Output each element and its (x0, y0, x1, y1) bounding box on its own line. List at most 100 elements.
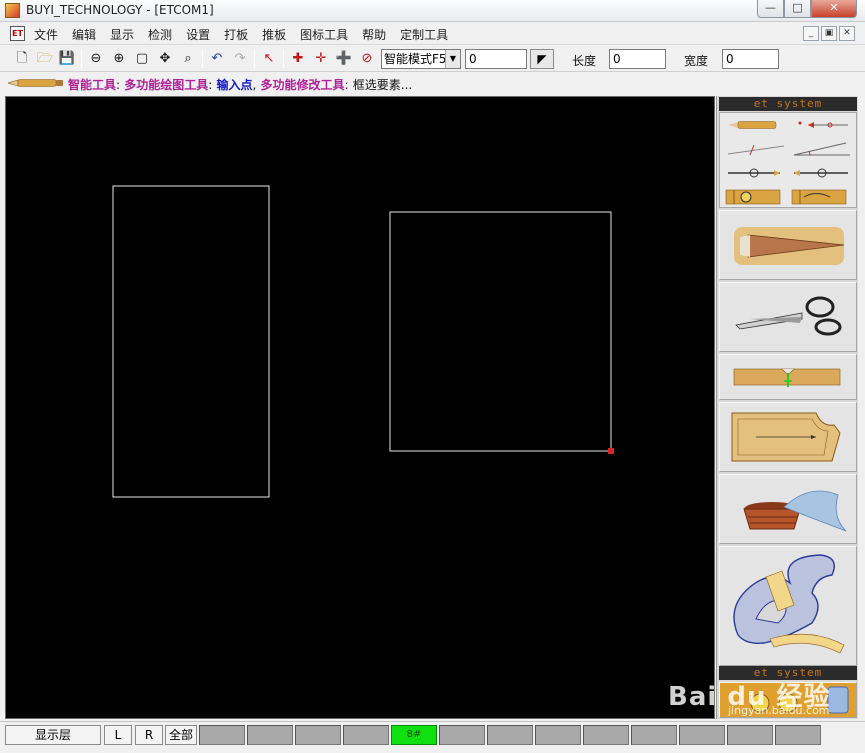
mode-select-value: 智能模式F5 (384, 52, 447, 66)
sewing-basket-tool[interactable] (719, 474, 857, 544)
sewing-basket-icon (743, 490, 847, 532)
scissors-icon (735, 296, 842, 336)
zoom-out-icon[interactable]: ⊖ (86, 49, 106, 68)
zoom-in-icon[interactable]: ⊕ (109, 49, 129, 68)
menu-edit[interactable]: 编辑 (72, 26, 96, 43)
layer-slot-active[interactable]: 8# (391, 725, 437, 745)
layer-slot-3[interactable] (295, 725, 341, 745)
angle-toggle-button[interactable]: ◤ (530, 49, 554, 69)
value-input[interactable]: 0 (465, 49, 527, 69)
scissors-tool[interactable] (719, 282, 857, 352)
menu-custom-tools[interactable]: 定制工具 (400, 26, 448, 43)
menu-pattern[interactable]: 打板 (224, 26, 248, 43)
drawing-canvas[interactable] (5, 96, 715, 719)
panel-header-top: et system (719, 97, 857, 111)
menu-icon-tools[interactable]: 图标工具 (300, 26, 348, 43)
mdi-minimize-button[interactable]: _ (803, 26, 819, 41)
new-file-icon[interactable]: 🗋 (12, 49, 32, 68)
chevron-down-icon[interactable]: ▼ (445, 50, 460, 68)
mode-select[interactable]: 智能模式F5 ▼ (381, 49, 461, 69)
snap-plus-icon[interactable]: ➕ (334, 49, 354, 68)
toolbar-separator (283, 50, 284, 68)
layer-slot-1[interactable] (199, 725, 245, 745)
fit-window-icon[interactable]: ▢ (132, 49, 152, 68)
open-folder-icon[interactable]: 🗁 (35, 49, 55, 68)
layer-slot-9[interactable] (583, 725, 629, 745)
pencil-draw-tool[interactable] (719, 210, 857, 280)
layer-slot-11[interactable] (679, 725, 725, 745)
point-arrow-tool-icon[interactable] (790, 116, 854, 134)
pencil-draw-icon (734, 227, 845, 265)
menu-file[interactable]: 文件 (34, 26, 58, 43)
document-icon[interactable]: ET (10, 26, 25, 41)
menu-grading[interactable]: 推板 (262, 26, 286, 43)
close-button[interactable]: ✕ (811, 0, 857, 18)
status-tool-name: 多功能绘图工具 (124, 78, 209, 92)
length-label: 长度 (572, 54, 597, 68)
mdi-close-button[interactable]: ✕ (839, 26, 855, 41)
notch-tool-icon (733, 368, 841, 387)
status-modify-action: 框选要素... (352, 78, 413, 92)
redo-icon[interactable]: ↷ (230, 49, 250, 68)
notch-tool[interactable] (719, 354, 857, 400)
status-modify-tool: 多功能修改工具 (260, 78, 345, 92)
display-layer-button[interactable]: 显示层 (5, 725, 101, 745)
maximize-button[interactable]: □ (784, 0, 811, 18)
layer-r-button[interactable]: R (135, 725, 163, 745)
length-input[interactable]: 0 (609, 49, 666, 69)
window-controls: — □ ✕ (757, 0, 857, 18)
pattern-piece-tool[interactable] (719, 402, 857, 472)
pencil-tool-icon[interactable] (724, 116, 788, 134)
coin-tool[interactable] (719, 682, 857, 718)
layer-slot-4[interactable] (343, 725, 389, 745)
pan-icon[interactable]: ✥ (155, 49, 175, 68)
tape-curve-icon[interactable] (790, 188, 854, 206)
snap-remove-icon[interactable]: ⊘ (357, 49, 377, 68)
layer-slot-10[interactable] (631, 725, 677, 745)
layer-slot-7[interactable] (487, 725, 533, 745)
compass-tool-icon[interactable] (724, 164, 788, 182)
rectangle-shape-right[interactable] (389, 211, 612, 452)
menu-bar: ET 文件 编辑 显示 检测 设置 打板 推板 图标工具 帮助 定制工具 _ ▣… (0, 23, 865, 45)
zoom-region-icon[interactable]: ⌕ (178, 49, 198, 68)
french-curve-icon (733, 554, 845, 654)
coin-stack-icon (750, 686, 849, 714)
layer-slot-12[interactable] (727, 725, 773, 745)
menu-view[interactable]: 显示 (110, 26, 134, 43)
app-logo-icon (5, 3, 20, 18)
layer-slot-2[interactable] (247, 725, 293, 745)
menu-settings[interactable]: 设置 (186, 26, 210, 43)
layer-all-button[interactable]: 全部 (165, 725, 197, 745)
mdi-restore-button[interactable]: ▣ (821, 26, 837, 41)
toolbar-separator (81, 50, 82, 68)
menu-help[interactable]: 帮助 (362, 26, 386, 43)
layer-l-button[interactable]: L (104, 725, 132, 745)
toolbar-separator (202, 50, 203, 68)
delete-select-icon[interactable]: ↖ (259, 49, 279, 68)
app-window: BUYI_TECHNOLOGY - [ETCOM1] — □ ✕ ET 文件 编… (0, 0, 865, 753)
selected-point-marker[interactable] (608, 448, 614, 454)
menu-check[interactable]: 检测 (148, 26, 172, 43)
bottom-layer-bar: 显示层 L R 全部 8# (0, 721, 865, 753)
tool-status-bar: 智能工具: 多功能绘图工具: 输入点, 多功能修改工具: 框选要素... (0, 72, 865, 94)
tool-panel: et system et system (716, 96, 858, 719)
title-bar: BUYI_TECHNOLOGY - [ETCOM1] — □ ✕ (0, 0, 865, 22)
angle-tool-icon[interactable] (790, 140, 854, 158)
pattern-piece-icon (731, 412, 841, 462)
layer-slot-8[interactable] (535, 725, 581, 745)
status-action: 输入点 (216, 78, 253, 92)
layer-slot-13[interactable] (775, 725, 821, 745)
snap-point-icon[interactable]: ✚ (288, 49, 308, 68)
tape-measure-icon[interactable] (724, 188, 788, 206)
line-tool-icon[interactable] (724, 140, 788, 158)
rectangle-shape-left[interactable] (112, 185, 270, 498)
snap-cross-icon[interactable]: ✛ (311, 49, 331, 68)
french-curve-tool[interactable] (719, 546, 857, 666)
compass-arc-tool-icon[interactable] (790, 164, 854, 182)
undo-icon[interactable]: ↶ (207, 49, 227, 68)
width-input[interactable]: 0 (722, 49, 779, 69)
save-icon[interactable]: 💾 (57, 49, 77, 68)
tool-status-text: 智能工具: 多功能绘图工具: 输入点, 多功能修改工具: 框选要素... (68, 78, 413, 92)
minimize-button[interactable]: — (757, 0, 784, 18)
layer-slot-6[interactable] (439, 725, 485, 745)
